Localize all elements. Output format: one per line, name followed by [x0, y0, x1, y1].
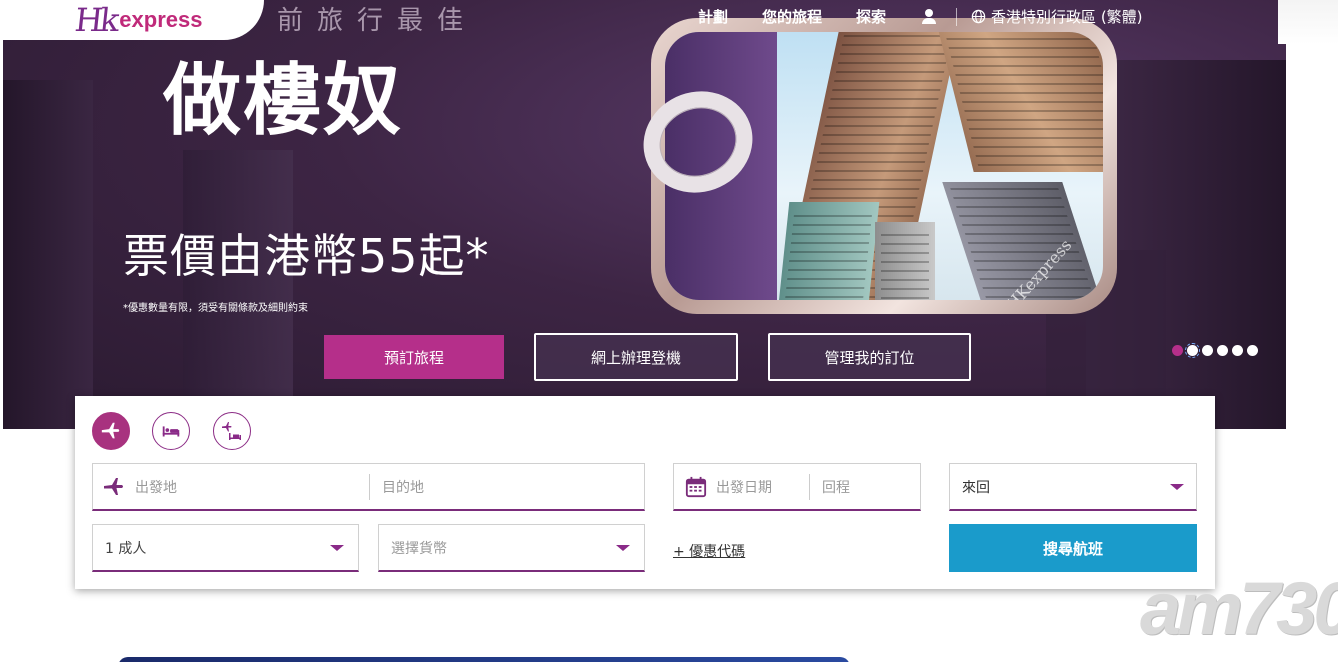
page: 前旅行最佳 做樓奴 票價由港幣55起* *優惠數量有限，須受有關條款及細則約束 … [0, 0, 1338, 662]
currency-placeholder: 選擇貨幣 [391, 540, 447, 557]
date-field: 出發日期 回程 [673, 463, 921, 511]
depart-date-field[interactable]: 出發日期 [674, 464, 809, 509]
destination-field[interactable]: 目的地 [369, 473, 644, 500]
nav-item-your-trip[interactable]: 您的旅程 [762, 6, 822, 27]
tab-flight[interactable] [92, 412, 130, 450]
search-flights-button[interactable]: 搜尋航班 [949, 524, 1197, 572]
hero-fine-print: *優惠數量有限，須受有關條款及細則約束 [123, 303, 308, 314]
carousel-dot[interactable] [1232, 345, 1243, 356]
return-date-field[interactable]: 回程 [809, 473, 920, 500]
user-icon[interactable] [920, 8, 938, 26]
origin-field[interactable]: 出發地 [93, 464, 369, 509]
route-field: 出發地 目的地 [92, 463, 645, 511]
logo-hk: Hk [73, 1, 119, 39]
am730-watermark: am730 [1140, 567, 1338, 650]
chevron-down-icon [1170, 483, 1184, 490]
chevron-down-icon [616, 544, 630, 551]
hero-tagline: 前旅行最佳 [277, 6, 478, 36]
tower-image [936, 32, 1103, 172]
globe-icon [971, 9, 986, 24]
bed-icon [162, 426, 180, 437]
manage-booking-button[interactable]: 管理我的訂位 [768, 333, 971, 381]
language-selector[interactable]: 香港特別行政區 (繁體) [971, 6, 1143, 27]
hero-banner: 前旅行最佳 做樓奴 票價由港幣55起* *優惠數量有限，須受有關條款及細則約束 … [3, 0, 1286, 429]
hk-express-logo[interactable]: Hk express [73, 1, 203, 39]
top-nav: 計劃 您的旅程 探索 香港特別行政區 (繁體) [698, 6, 1143, 27]
depart-placeholder: 出發日期 [716, 479, 772, 496]
nav-item-explore[interactable]: 探索 [856, 6, 886, 27]
background-building [183, 150, 293, 429]
return-placeholder: 回程 [822, 479, 850, 496]
carousel-dot[interactable] [1172, 345, 1183, 356]
passenger-select[interactable]: 1 成人 [92, 524, 359, 572]
destination-placeholder: 目的地 [382, 479, 424, 496]
plane-icon [104, 477, 123, 495]
carousel-dot[interactable] [1217, 345, 1228, 356]
calendar-icon [685, 476, 707, 497]
tower-image [875, 222, 935, 300]
plane-bed-icon [222, 422, 241, 440]
carousel-dot[interactable] [1202, 345, 1213, 356]
language-label: 香港特別行政區 (繁體) [991, 8, 1143, 26]
carousel-dot[interactable] [1185, 343, 1200, 358]
book-trip-button[interactable]: 預訂旅程 [324, 335, 504, 379]
bottom-banner [118, 657, 850, 662]
tab-hotel[interactable] [152, 412, 190, 450]
trip-type-value: 來回 [962, 479, 990, 496]
chevron-down-icon [330, 544, 344, 551]
hero-headline: 做樓奴 [163, 56, 404, 146]
trip-type-select[interactable]: 來回 [949, 463, 1197, 511]
hero-price-text: 票價由港幣55起* [123, 229, 490, 283]
plane-icon [101, 422, 120, 439]
background-building [3, 80, 93, 429]
tab-flight-hotel[interactable] [213, 412, 251, 450]
passenger-value: 1 成人 [105, 540, 147, 557]
logo-express: express [119, 7, 203, 32]
origin-placeholder: 出發地 [135, 479, 177, 496]
currency-select[interactable]: 選擇貨幣 [378, 524, 645, 572]
online-checkin-button[interactable]: 網上辦理登機 [534, 333, 738, 381]
tower-image [776, 202, 880, 300]
flight-search-panel: 出發地 目的地 出發日期 回程 來回 1 成人 選擇貨幣 + 優惠代碼 搜尋航班 [75, 396, 1215, 589]
nav-divider [956, 7, 958, 26]
carousel-dots [1172, 343, 1258, 358]
top-right-strip [1278, 0, 1338, 44]
carousel-dot[interactable] [1247, 345, 1258, 356]
nav-item-plan[interactable]: 計劃 [698, 6, 728, 27]
promo-code-link[interactable]: + 優惠代碼 [673, 541, 745, 561]
